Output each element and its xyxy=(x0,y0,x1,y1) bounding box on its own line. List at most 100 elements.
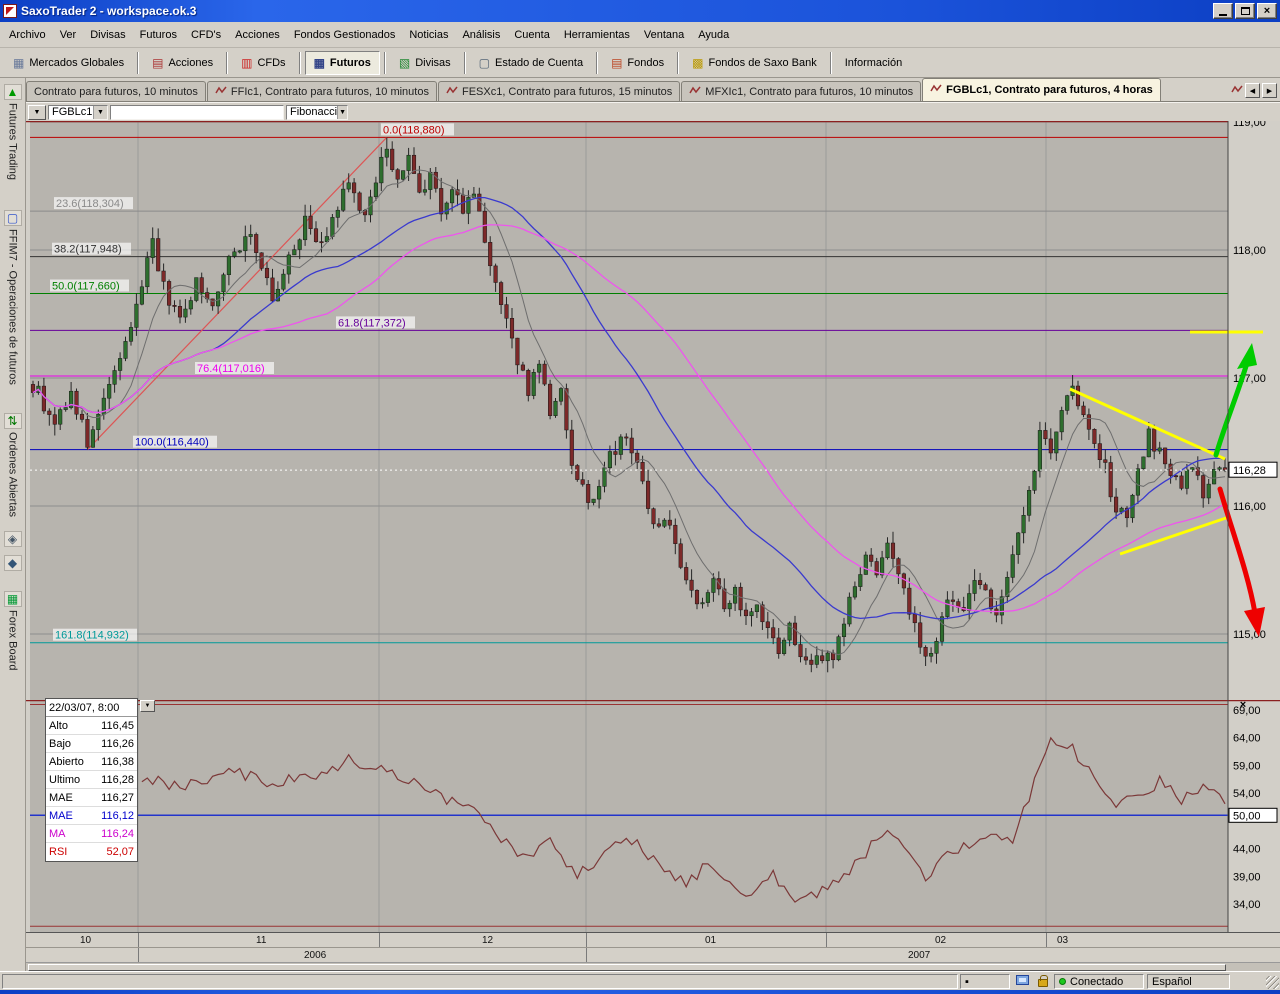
menu-item-acciones[interactable]: Acciones xyxy=(228,23,287,47)
info-row-value: 116,12 xyxy=(101,807,134,824)
time-axis-label: 12 xyxy=(482,935,493,946)
info-row-bajo: Bajo116,26 xyxy=(46,735,137,753)
funds-icon: ▤ xyxy=(611,57,622,69)
svg-text:116,00: 116,00 xyxy=(1233,501,1266,513)
chart-tab-label: FGBLc1, Contrato para futuros, 4 horas xyxy=(946,84,1153,96)
forex-icon: ▧ xyxy=(399,57,410,69)
lock-icon[interactable] xyxy=(1038,979,1048,987)
toolbar-separator xyxy=(596,52,598,74)
time-axis-label: 01 xyxy=(705,935,716,946)
time-axis-divider xyxy=(586,933,587,947)
chart-scrollbar[interactable] xyxy=(26,962,1280,971)
minimize-icon xyxy=(1219,14,1227,16)
sidebar-item-label: Futures Trading xyxy=(7,103,19,180)
chevron-down-icon[interactable]: ▼ xyxy=(93,106,107,119)
menu-item-divisas[interactable]: Divisas xyxy=(83,23,132,47)
info-panel-dropdown-button[interactable]: ▼ xyxy=(140,700,155,712)
toolbar-button-futuros[interactable]: ▦Futuros xyxy=(305,51,380,75)
chart-tab-ffic1-contrato-para-futuros-10[interactable]: FFIc1, Contrato para futuros, 10 minutos xyxy=(207,81,437,101)
global-markets-icon: ▦ xyxy=(13,57,24,69)
chart-tab-contrato-para-futuros-10-minut[interactable]: Contrato para futuros, 10 minutos xyxy=(26,81,206,101)
chart-tab-fgblc1-contrato-para-futuros-4[interactable]: FGBLc1, Contrato para futuros, 4 horas xyxy=(922,78,1161,101)
chart-toolbar: ▼ FGBLc1 ▼ Fibonacci ▼ xyxy=(26,102,1280,121)
time-axis-label: 11 xyxy=(256,935,266,946)
chart-menu-button[interactable]: ▼ xyxy=(28,105,46,120)
menu-item-ayuda[interactable]: Ayuda xyxy=(691,23,736,47)
tab-scroll-controls: ◀▶ xyxy=(1231,83,1277,98)
year-axis-label: 2007 xyxy=(908,950,930,961)
close-button[interactable]: × xyxy=(1257,3,1277,19)
info-panel-rows: Alto116,45Bajo116,26Abierto116,38Ultimo1… xyxy=(46,717,137,861)
toolbar-button-informaci-n[interactable]: Información xyxy=(836,51,911,75)
tab-scroll-right-button[interactable]: ▶ xyxy=(1262,83,1277,98)
tab-scroll-left-button[interactable]: ◀ xyxy=(1245,83,1260,98)
chart-tab-fesxc1-contrato-para-futuros-1[interactable]: FESXc1, Contrato para futuros, 15 minuto… xyxy=(438,81,680,101)
chart-squiggle-icon xyxy=(1231,85,1243,97)
info-row-value: 116,38 xyxy=(101,753,134,770)
menu-bar: ArchivoVerDivisasFuturosCFD'sAccionesFon… xyxy=(0,22,1280,48)
network-icon[interactable] xyxy=(1016,975,1029,985)
sidebar-item-ordenes-abiertas[interactable]: ⇅Ordenes Abiertas xyxy=(4,413,22,517)
chart-input-field[interactable] xyxy=(110,105,284,120)
svg-text:59,00: 59,00 xyxy=(1233,760,1261,772)
connection-led-icon xyxy=(1059,978,1066,985)
sidebar-item-label: Ordenes Abiertas xyxy=(7,432,19,517)
minimize-button[interactable] xyxy=(1213,3,1233,19)
cfd-icon: ▥ xyxy=(241,57,252,69)
resize-grip[interactable] xyxy=(1266,976,1279,989)
time-axis-label: 02 xyxy=(935,935,946,946)
chevron-down-icon[interactable]: ▼ xyxy=(337,106,347,119)
chart-tab-label: FESXc1, Contrato para futuros, 15 minuto… xyxy=(462,86,672,98)
menu-item-futuros[interactable]: Futuros xyxy=(133,23,184,47)
symbol-select[interactable]: FGBLc1 ▼ xyxy=(48,105,108,120)
toolbar-button-cfds[interactable]: ▥ CFDs xyxy=(232,51,294,75)
window-title: SaxoTrader 2 - workspace.ok.3 xyxy=(21,4,196,18)
chart-tab-mfxic1-contrato-para-futuros-1[interactable]: MFXIc1, Contrato para futuros, 10 minuto… xyxy=(681,81,921,101)
chart-squiggle-icon xyxy=(930,84,942,96)
toolbar-button-fondos-de-saxo-bank[interactable]: ▩Fondos de Saxo Bank xyxy=(683,51,826,75)
toolbar-button-label: Fondos xyxy=(627,57,664,69)
menu-item-an-lisis[interactable]: Análisis xyxy=(455,23,507,47)
info-row-ultimo: Ultimo116,28 xyxy=(46,771,137,789)
scrollbar-thumb[interactable] xyxy=(28,964,1226,971)
menu-item-cuenta[interactable]: Cuenta xyxy=(507,23,556,47)
time-axis-divider xyxy=(379,933,380,947)
toolbar-button-fondos[interactable]: ▤ Fondos xyxy=(602,51,673,75)
price-chart[interactable]: 119,00118,00117,00116,00115,000.0(118,88… xyxy=(26,121,1280,700)
svg-text:64,00: 64,00 xyxy=(1233,733,1261,745)
toolbar-button-label: Mercados Globales xyxy=(29,57,124,69)
sidebar-item-save-icon[interactable]: ◈ xyxy=(4,531,22,547)
saxotrader-window: SaxoTrader 2 - workspace.ok.3 × ArchivoV… xyxy=(0,0,1280,994)
toolbar-button-divisas[interactable]: ▧Divisas xyxy=(390,51,460,75)
indicator-close-button[interactable]: × xyxy=(1236,699,1250,712)
svg-text:50,00: 50,00 xyxy=(1233,810,1261,822)
menu-item-herramientas[interactable]: Herramientas xyxy=(557,23,637,47)
chart-tab-label: Contrato para futuros, 10 minutos xyxy=(34,86,198,98)
sidebar-item-forex-board[interactable]: ▦Forex Board xyxy=(4,591,22,671)
toolbar-button-label: CFDs xyxy=(257,57,285,69)
menu-item-ventana[interactable]: Ventana xyxy=(637,23,691,47)
menu-item-archivo[interactable]: Archivo xyxy=(2,23,53,47)
svg-text:39,00: 39,00 xyxy=(1233,871,1261,883)
menu-item-cfd-s[interactable]: CFD's xyxy=(184,23,228,47)
info-row-value: 116,24 xyxy=(101,825,134,842)
status-icon-panel: ▪ xyxy=(960,974,1010,989)
sidebar-item-ffim7-operaciones-de-futuros[interactable]: ▢FFIM7 - Operaciones de futuros xyxy=(4,210,22,385)
svg-text:34,00: 34,00 xyxy=(1233,899,1261,911)
toolbar: ▦ Mercados Globales ▤Acciones ▥ CFDs ▦Futuros… xyxy=(0,48,1280,78)
menu-item-noticias[interactable]: Noticias xyxy=(402,23,455,47)
toolbar-button-estado-de-cuenta[interactable]: ▢Estado de Cuenta xyxy=(470,51,592,75)
menu-item-ver[interactable]: Ver xyxy=(53,23,84,47)
drawing-tool-select[interactable]: Fibonacci ▼ xyxy=(286,105,348,120)
time-axis-divider xyxy=(826,933,827,947)
maximize-button[interactable] xyxy=(1235,3,1255,19)
sidebar-item-diamond-icon[interactable]: ◆ xyxy=(4,555,22,571)
sidebar-item-futures-trading[interactable]: ▲Futures Trading xyxy=(4,84,22,180)
language-status: Español xyxy=(1147,974,1230,989)
app-icon xyxy=(3,4,17,18)
toolbar-button-acciones[interactable]: ▤Acciones xyxy=(143,51,222,75)
menu-item-fondos-gestionados[interactable]: Fondos Gestionados xyxy=(287,23,403,47)
toolbar-button-mercados-globales[interactable]: ▦ Mercados Globales xyxy=(4,51,133,75)
rsi-indicator-pane[interactable]: 69,0064,0059,0054,0044,0039,0034,0050,00 xyxy=(26,700,1280,932)
title-bar[interactable]: SaxoTrader 2 - workspace.ok.3 × xyxy=(0,0,1280,22)
